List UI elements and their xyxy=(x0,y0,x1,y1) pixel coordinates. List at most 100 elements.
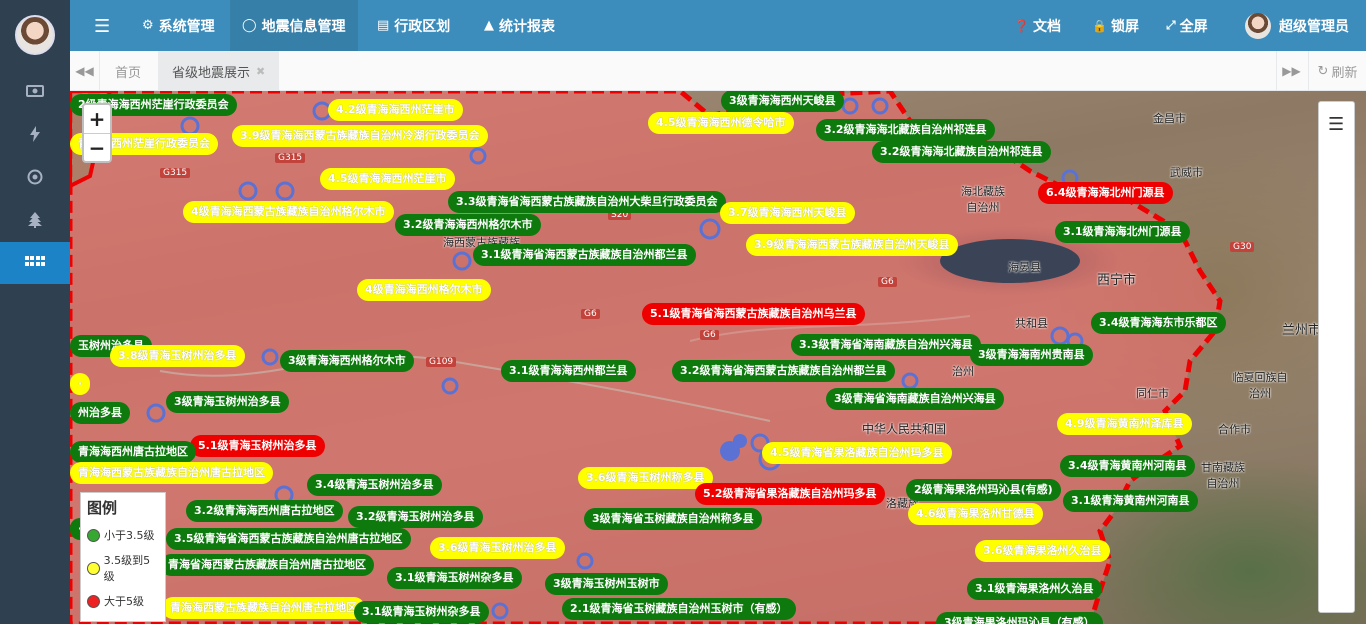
quake-label[interactable]: 3.5级青海省海西蒙古族藏族自治州唐古拉地区 xyxy=(166,528,411,550)
quake-label[interactable]: 3.6级青海玉树州称多县 xyxy=(578,467,713,489)
legend-item: 3.5级到5级 xyxy=(87,552,159,584)
road-shield: G30 xyxy=(1230,242,1255,252)
quake-label[interactable]: 3.2级青海省海西蒙古族藏族自治州都兰县 xyxy=(672,360,895,382)
quake-label[interactable]: 青海海西州唐古拉地区 xyxy=(70,441,196,463)
tree-icon[interactable] xyxy=(0,199,70,241)
quake-label[interactable]: 3.9级青海海西蒙古族藏族自治州冷湖行政委员会 xyxy=(232,125,488,147)
quake-label[interactable]: · xyxy=(70,373,91,395)
zoom-control: + − xyxy=(82,103,112,163)
zoom-out-button[interactable]: − xyxy=(84,133,110,161)
close-icon[interactable]: ✖ xyxy=(256,65,265,78)
docs-link[interactable]: ❓ 文档 xyxy=(1014,0,1061,51)
lock-icon: 🔒 xyxy=(1092,18,1107,33)
quake-label[interactable]: 4级青海海西州格尔木市 xyxy=(357,279,491,301)
quake-label[interactable]: 3.1级青海省海西蒙古族藏族自治州都兰县 xyxy=(473,244,696,266)
quake-label[interactable]: 3级青海省玉树藏族自治州称多县 xyxy=(584,508,762,530)
tab-home[interactable]: 首页 xyxy=(101,51,155,91)
quake-label[interactable]: 3.3级青海省海西蒙古族藏族自治州大柴旦行政委员会 xyxy=(448,191,726,213)
quake-label[interactable]: 3.1级青海玉树州杂多县 xyxy=(387,567,522,589)
quake-label[interactable]: 3.2级青海海西州格尔木市 xyxy=(395,214,541,236)
quake-label[interactable]: 2级青海果洛州玛沁县(有感) xyxy=(906,479,1061,501)
quake-label[interactable]: 6.4级青海海北州门源县 xyxy=(1038,182,1173,204)
tab-scroll-right-icon[interactable]: ▶▶ xyxy=(1276,51,1306,91)
quake-label[interactable]: 3级青海玉树州玉树市 xyxy=(545,573,668,595)
quake-label[interactable]: 3级青海海西州格尔木市 xyxy=(280,350,414,372)
quake-label[interactable]: 3.6级青海果洛州久治县 xyxy=(975,540,1110,562)
gear-icon: ⚙ xyxy=(142,18,154,33)
quake-label[interactable]: 3级青海玉树州治多县 xyxy=(166,391,289,413)
quake-label[interactable]: 4.6级青海果洛州甘德县 xyxy=(908,503,1043,525)
quake-label[interactable]: 3.4级青海玉树州治多县 xyxy=(307,474,442,496)
fullscreen-label: 全屏 xyxy=(1179,18,1208,35)
sidebar-avatar[interactable] xyxy=(15,15,55,55)
quake-label[interactable]: 3.9级青海海西蒙古族藏族自治州天峻县 xyxy=(746,234,958,256)
quake-label[interactable]: 3.4级青海黄南州河南县 xyxy=(1060,455,1195,477)
quake-label[interactable]: 3.6级青海玉树州治多县 xyxy=(430,537,565,559)
bank-icon: ▤ xyxy=(377,18,390,33)
quake-label[interactable]: 4.5级青海海西州茫崖市 xyxy=(320,168,455,190)
layer-panel[interactable]: ☰ xyxy=(1318,101,1355,613)
legend-label: 小于3.5级 xyxy=(104,529,155,542)
quake-label[interactable]: 3.2级青海玉树州治多县 xyxy=(348,506,483,528)
quake-label[interactable]: 3.2级青海海西州唐古拉地区 xyxy=(186,500,343,522)
quake-label[interactable]: 3级青海果洛州玛沁县（有感） xyxy=(936,612,1103,624)
tab-province-earthquake[interactable]: 省级地震展示 ✖ xyxy=(158,51,280,91)
layers-menu-icon[interactable]: ☰ xyxy=(1328,114,1344,135)
menu-system[interactable]: ⚙ 系统管理 xyxy=(130,0,227,51)
quake-label[interactable]: 3.3级青海省海南藏族自治州兴海县 xyxy=(791,334,981,356)
quake-label[interactable]: 3.2级青海海北藏族自治州祁连县 xyxy=(872,141,1051,163)
place-label: 甘南藏族自治州 xyxy=(1201,461,1245,490)
fullscreen-button[interactable]: ⤢ 全屏 xyxy=(1166,0,1208,51)
menu-toggle-icon[interactable]: ☰ xyxy=(94,16,110,37)
quake-label[interactable]: 4.5级青海海西州德令哈市 xyxy=(648,112,794,134)
grid-icon[interactable] xyxy=(0,242,70,284)
quake-label[interactable]: 3.1级青海海北州门源县 xyxy=(1055,221,1190,243)
quake-label[interactable]: 2.1级青海省玉树藏族自治州玉树市（有感） xyxy=(562,598,796,620)
quake-label[interactable]: 3级青海省海南藏族自治州兴海县 xyxy=(826,388,1004,410)
quake-label[interactable]: 青海海西蒙古族藏族自治州唐古拉地区 xyxy=(162,597,365,619)
quake-label[interactable]: 3.2级青海海北藏族自治州祁连县 xyxy=(816,119,995,141)
menu-region[interactable]: ▤ 行政区划 xyxy=(365,0,462,51)
question-circle-icon: ❓ xyxy=(1014,18,1029,33)
quake-label[interactable]: 3级青海海西州天峻县 xyxy=(721,91,844,112)
quake-label[interactable]: 青海海西蒙古族藏族自治州唐古拉地区 xyxy=(70,462,273,484)
quake-label[interactable]: 3.7级青海海西州天峻县 xyxy=(720,202,855,224)
place-label: 治州 xyxy=(952,365,974,378)
place-label: 共和县 xyxy=(1015,317,1048,330)
place-label: 合作市 xyxy=(1218,423,1251,436)
tab-scroll-left-icon[interactable]: ◀◀ xyxy=(70,51,100,91)
road-shield: G315 xyxy=(275,153,306,163)
zoom-in-button[interactable]: + xyxy=(84,105,110,133)
quake-label[interactable]: 4.9级青海黄南州泽库县 xyxy=(1057,413,1192,435)
quake-label[interactable]: 3级青海海南州贵南县 xyxy=(970,344,1093,366)
quake-label[interactable]: 5.1级青海玉树州治多县 xyxy=(190,435,325,457)
quake-label[interactable]: 州治多县 xyxy=(70,402,130,424)
quake-label[interactable]: 3.1级青海海西州都兰县 xyxy=(501,360,636,382)
target-icon[interactable] xyxy=(0,156,70,198)
quake-label[interactable]: 青海省海西蒙古族藏族自治州唐古拉地区 xyxy=(160,554,374,576)
bolt-icon[interactable] xyxy=(0,113,70,155)
quake-label[interactable]: 4级青海海西蒙古族藏族自治州格尔木市 xyxy=(183,201,394,223)
quake-label[interactable]: 3.1级青海黄南州河南县 xyxy=(1063,490,1198,512)
quake-label[interactable]: 5.2级青海省果洛藏族自治州玛多县 xyxy=(695,483,885,505)
menu-earthquake[interactable]: ◯ 地震信息管理 xyxy=(230,0,358,51)
lock-screen-button[interactable]: 🔒 锁屏 xyxy=(1092,0,1139,51)
quake-label[interactable]: 5.1级青海省海西蒙古族藏族自治州乌兰县 xyxy=(642,303,865,325)
map-canvas[interactable]: 金昌市 武威市 海北藏族自治州 西宁市 海晏县 共和县 兰州市 临夏回族自治州 … xyxy=(70,91,1366,624)
refresh-icon: ↻ xyxy=(1317,63,1329,79)
user-menu[interactable]: 超级管理员 xyxy=(1245,0,1349,51)
expand-icon: ⤢ xyxy=(1166,18,1176,32)
quake-label[interactable]: 3.1级青海玉树州杂多县 xyxy=(354,601,489,623)
user-avatar xyxy=(1245,12,1271,39)
money-icon[interactable] xyxy=(0,70,70,112)
road-shield: G6 xyxy=(878,277,897,287)
quake-label[interactable]: 4.2级青海海西州茫崖市 xyxy=(328,99,463,121)
quake-label[interactable]: 3.4级青海海东市乐都区 xyxy=(1091,312,1226,334)
quake-label[interactable]: 4.5级青海省果洛藏族自治州玛多县 xyxy=(762,442,952,464)
quake-label[interactable]: 3.1级青海果洛州久治县 xyxy=(967,578,1102,600)
quake-label[interactable]: 3.8级青海玉树州治多县 xyxy=(110,345,245,367)
tab-bar: ◀◀ 首页 省级地震展示 ✖ ▶▶ ↻ 刷新 xyxy=(70,51,1366,91)
menu-report[interactable]: ▲ 统计报表 xyxy=(472,0,567,51)
refresh-button[interactable]: ↻ 刷新 xyxy=(1308,51,1366,91)
menu-region-label: 行政区划 xyxy=(394,18,451,35)
